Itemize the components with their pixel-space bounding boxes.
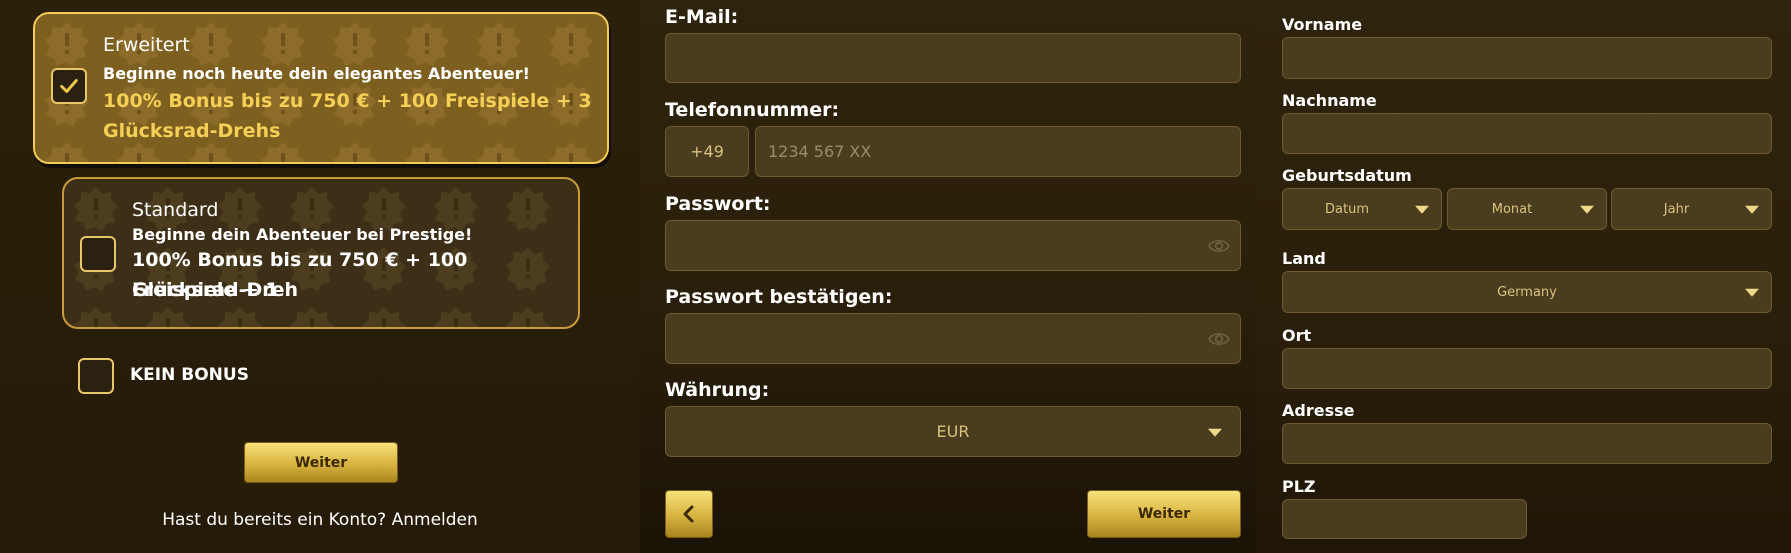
bonus-card-erweitert[interactable]: Erweitert Beginne noch heute dein elegan…	[33, 12, 609, 164]
birth-day-select[interactable]: Datum	[1282, 188, 1442, 230]
chevron-down-icon	[1415, 205, 1429, 214]
year-placeholder: Jahr	[1663, 201, 1690, 217]
personal-details-panel: Vorname Nachname Geburtsdatum Datum Mona…	[1256, 0, 1791, 553]
bonus-selection-panel: Erweitert Beginne noch heute dein elegan…	[0, 0, 640, 553]
day-placeholder: Datum	[1325, 201, 1369, 217]
currency-value: EUR	[936, 422, 970, 441]
password-input[interactable]	[666, 221, 1240, 270]
birth-month-select[interactable]: Monat	[1447, 188, 1607, 230]
email-field[interactable]	[665, 33, 1241, 83]
firstname-field[interactable]	[1282, 37, 1772, 79]
lastname-input[interactable]	[1283, 114, 1771, 153]
country-label: Land	[1282, 249, 1326, 268]
password-field[interactable]	[665, 220, 1241, 271]
bonus-offer-line2: Glücksrad-Drehs	[103, 120, 281, 142]
login-prompt-link[interactable]: Hast du bereits ein Konto? Anmelden	[0, 510, 640, 530]
no-bonus-label: KEIN BONUS	[130, 365, 249, 385]
birth-year-select[interactable]: Jahr	[1611, 188, 1772, 230]
bonus-title: Standard	[132, 199, 219, 221]
lastname-label: Nachname	[1282, 91, 1377, 110]
chevron-down-icon	[1580, 205, 1594, 214]
password-label: Passwort:	[665, 193, 771, 215]
zip-label: PLZ	[1282, 477, 1316, 496]
phone-field[interactable]	[755, 126, 1241, 177]
checkmark-icon	[60, 79, 78, 93]
chevron-left-icon	[683, 505, 694, 523]
bonus-offer-line1: 100% Bonus bis zu 750 € + 100 Freispiele…	[103, 90, 592, 112]
chevron-down-icon	[1208, 428, 1222, 437]
erweitert-checkbox[interactable]	[51, 68, 87, 104]
eye-icon[interactable]	[1208, 331, 1230, 347]
email-input[interactable]	[666, 34, 1240, 82]
bonus-subtitle: Beginne noch heute dein elegantes Abente…	[103, 64, 530, 83]
address-label: Adresse	[1282, 401, 1355, 420]
bonus-title: Erweitert	[103, 34, 190, 56]
bonus-offer-line2: Glücksrad-Dreh	[132, 279, 299, 301]
month-placeholder: Monat	[1491, 201, 1533, 217]
back-button[interactable]	[665, 490, 713, 538]
bonus-card-standard[interactable]: Standard Beginne dein Abenteuer bei Pres…	[62, 177, 580, 329]
firstname-label: Vorname	[1282, 15, 1363, 34]
address-input[interactable]	[1283, 424, 1771, 463]
no-bonus-checkbox[interactable]	[78, 358, 114, 394]
city-field[interactable]	[1282, 348, 1772, 389]
country-value: Germany	[1497, 284, 1557, 300]
account-details-panel: E-Mail: Telefonnummer: +49 Passwort: Pas…	[640, 0, 1256, 553]
password-confirm-input[interactable]	[666, 314, 1240, 363]
birthdate-label: Geburtsdatum	[1282, 166, 1412, 185]
next-button[interactable]: Weiter	[1087, 490, 1241, 538]
zip-input[interactable]	[1283, 500, 1526, 538]
eye-icon[interactable]	[1208, 238, 1230, 254]
email-label: E-Mail:	[665, 6, 739, 28]
chevron-down-icon	[1745, 205, 1759, 214]
lastname-field[interactable]	[1282, 113, 1772, 154]
firstname-input[interactable]	[1283, 38, 1771, 78]
country-select[interactable]: Germany	[1282, 271, 1772, 313]
currency-label: Währung:	[665, 379, 770, 401]
chevron-down-icon	[1745, 288, 1759, 297]
address-field[interactable]	[1282, 423, 1772, 464]
phone-label: Telefonnummer:	[665, 99, 840, 121]
password-confirm-label: Passwort bestätigen:	[665, 286, 893, 308]
phone-prefix-field[interactable]: +49	[665, 126, 749, 177]
bonus-subtitle: Beginne dein Abenteuer bei Prestige!	[132, 225, 473, 244]
phone-input[interactable]	[756, 127, 1240, 176]
phone-prefix: +49	[690, 142, 724, 161]
currency-select[interactable]: EUR	[665, 406, 1241, 457]
standard-checkbox[interactable]	[80, 236, 116, 272]
password-confirm-field[interactable]	[665, 313, 1241, 364]
next-button[interactable]: Weiter	[244, 442, 398, 483]
zip-field[interactable]	[1282, 499, 1527, 539]
city-input[interactable]	[1283, 349, 1771, 388]
city-label: Ort	[1282, 326, 1312, 345]
